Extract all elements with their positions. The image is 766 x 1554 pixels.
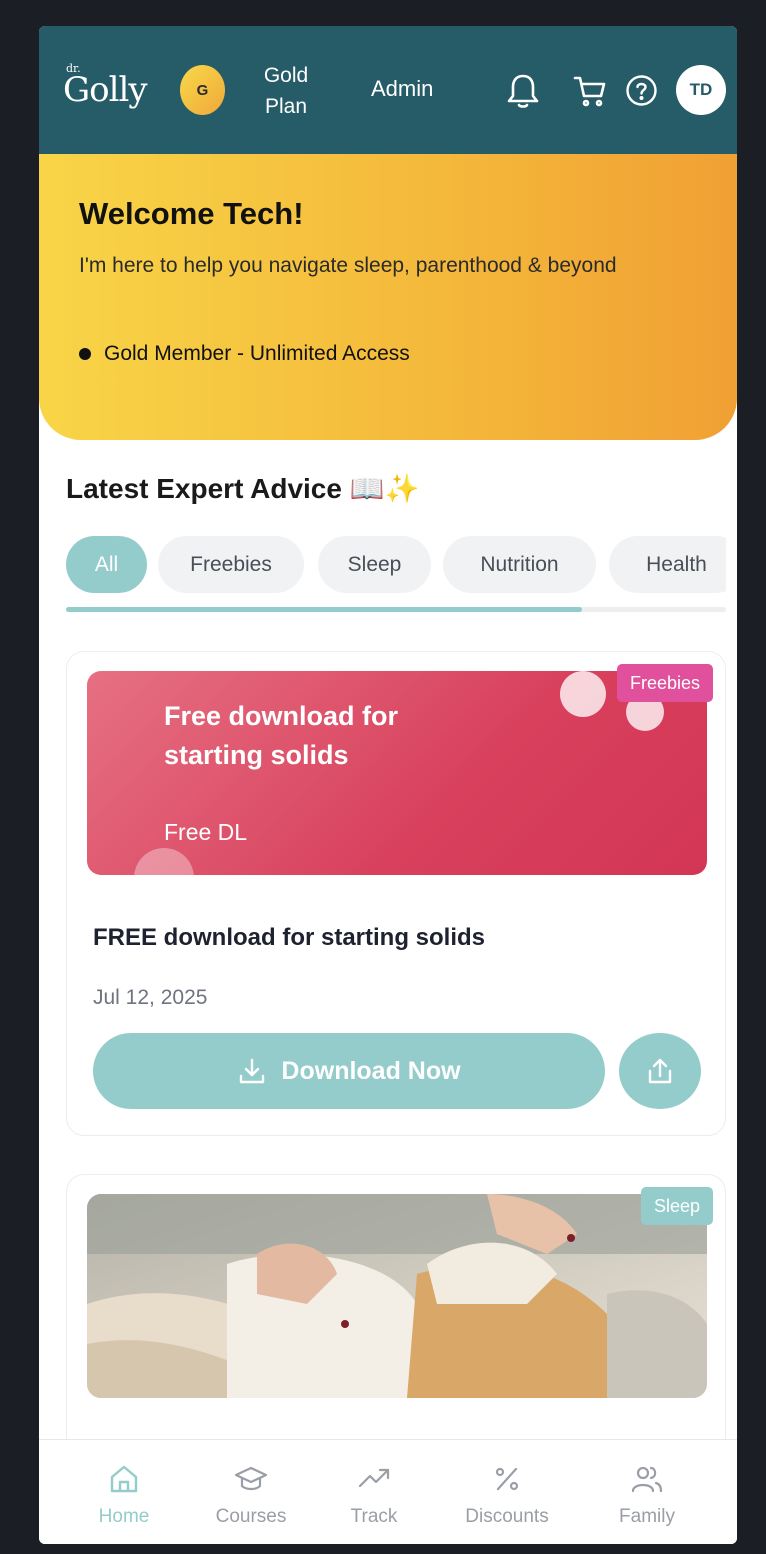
- filter-chip-nutrition[interactable]: Nutrition: [443, 536, 596, 593]
- download-now-label: Download Now: [281, 1056, 461, 1085]
- welcome-banner: Welcome Tech! I'm here to help you navig…: [39, 154, 737, 440]
- nav-discounts[interactable]: Discounts: [447, 1464, 567, 1528]
- nav-track[interactable]: Track: [314, 1464, 434, 1528]
- plan-badge: G: [180, 65, 225, 115]
- section-title: Latest Expert Advice 📖✨: [66, 473, 420, 504]
- article-banner: Free download for starting solids Free D…: [87, 671, 707, 875]
- graduation-cap-icon: [234, 1466, 268, 1491]
- bullet-dot: [79, 348, 91, 360]
- banner-headline: Free download for starting solids: [164, 701, 399, 770]
- welcome-title: Welcome Tech!: [79, 196, 304, 231]
- nav-family-label: Family: [619, 1506, 675, 1527]
- filter-chip-sleep[interactable]: Sleep: [318, 536, 431, 593]
- percent-icon: [495, 1467, 519, 1491]
- article-card[interactable]: Free download for starting solids Free D…: [66, 651, 726, 1136]
- decorative-circle: [134, 848, 194, 875]
- plan-label: Gold Plan: [251, 60, 321, 122]
- top-header: dr. Golly G Gold Plan Admin TD: [39, 26, 737, 154]
- category-tag-freebies: Freebies: [616, 664, 713, 702]
- user-avatar[interactable]: TD: [676, 65, 726, 115]
- home-icon: [110, 1465, 138, 1493]
- chips-scroll-thumb[interactable]: [66, 607, 582, 612]
- bottom-navigation: Home Courses Track Discounts Family: [39, 1439, 737, 1544]
- filter-chip-health[interactable]: Health: [609, 536, 726, 593]
- download-now-button[interactable]: Download Now: [93, 1033, 605, 1109]
- bell-icon[interactable]: [505, 72, 541, 110]
- welcome-subtitle: I'm here to help you navigate sleep, par…: [79, 254, 617, 277]
- category-tag-sleep: Sleep: [640, 1187, 713, 1225]
- app-screen: dr. Golly G Gold Plan Admin TD Welcome T…: [39, 26, 737, 1544]
- plan-label-line2: Plan: [264, 95, 308, 118]
- nav-family[interactable]: Family: [587, 1464, 707, 1528]
- decorative-circle: [560, 671, 606, 717]
- cart-icon[interactable]: [572, 74, 608, 108]
- download-icon: [240, 1058, 265, 1084]
- share-icon: [648, 1058, 672, 1084]
- membership-label: Gold Member - Unlimited Access: [104, 342, 410, 365]
- nav-courses-label: Courses: [215, 1506, 287, 1527]
- dr-golly-logo[interactable]: dr. Golly: [63, 60, 153, 120]
- nav-home[interactable]: Home: [64, 1464, 184, 1528]
- article-date: Jul 12, 2025: [93, 986, 208, 1009]
- article-title[interactable]: FREE download for starting solids: [93, 924, 485, 952]
- admin-link[interactable]: Admin: [371, 76, 433, 102]
- logo-wordmark: Golly: [63, 70, 148, 110]
- article-photo: [87, 1194, 707, 1398]
- membership-status: Gold Member - Unlimited Access: [79, 342, 410, 366]
- filter-chips: All Freebies Sleep Nutrition Health: [66, 536, 726, 596]
- help-icon[interactable]: [625, 74, 658, 107]
- filter-chip-freebies[interactable]: Freebies: [158, 536, 304, 593]
- nav-courses[interactable]: Courses: [191, 1464, 311, 1528]
- plan-label-line1: Gold: [263, 64, 309, 87]
- filter-chip-all[interactable]: All: [66, 536, 147, 593]
- nav-discounts-label: Discounts: [465, 1506, 549, 1527]
- article-card[interactable]: Sleep: [66, 1174, 726, 1474]
- users-icon: [631, 1466, 663, 1493]
- share-button[interactable]: [619, 1033, 701, 1109]
- nav-home-label: Home: [98, 1506, 150, 1527]
- nav-track-label: Track: [350, 1506, 398, 1527]
- trending-up-icon: [358, 1468, 390, 1488]
- banner-caption: Free DL: [164, 819, 248, 845]
